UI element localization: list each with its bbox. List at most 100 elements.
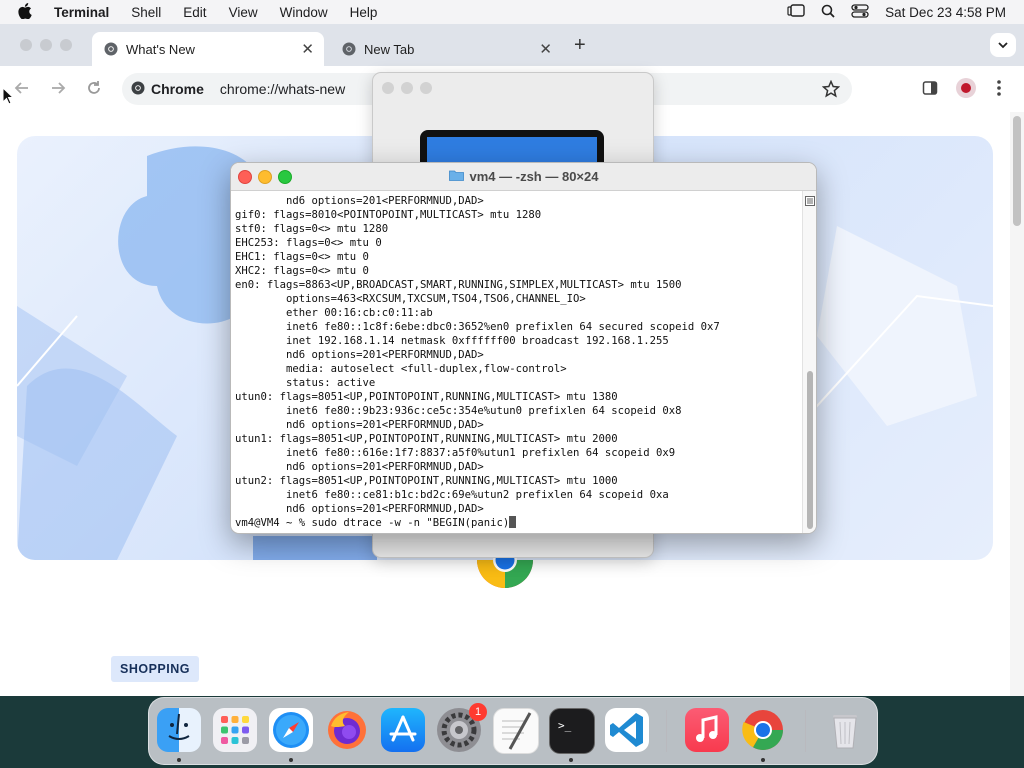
terminal-line: inet6 fe80::616e:1f7:8837:a5f0%utun1 pre…: [235, 447, 676, 459]
close-button[interactable]: [238, 170, 252, 184]
tab-close-icon[interactable]: ✕: [301, 40, 314, 58]
terminal-line: nd6 options=201<PERFORMNUD,DAD>: [235, 419, 484, 431]
svg-text:>_: >_: [558, 719, 572, 732]
firefox-icon[interactable]: [325, 708, 369, 752]
apple-menu-icon[interactable]: [0, 2, 43, 22]
bg-close-button[interactable]: [382, 82, 394, 94]
forward-arrow-icon[interactable]: [50, 80, 66, 101]
dock: 1 >_: [148, 697, 878, 765]
settings-notification-badge: 1: [469, 703, 487, 721]
split-pane-icon[interactable]: [805, 193, 815, 211]
chrome-running-dot: [761, 758, 765, 762]
spotlight-search-icon[interactable]: [821, 4, 835, 21]
menubar-clock[interactable]: Sat Dec 23 4:58 PM: [885, 5, 1006, 20]
bg-minimize-button[interactable]: [401, 82, 413, 94]
mouse-pointer-icon: [2, 86, 15, 110]
terminal-line: inet6 fe80::ce81:b1c:bd2c:69e%utun2 pref…: [235, 489, 669, 501]
terminal-line: options=463<RXCSUM,TXCSUM,TSO4,TSO6,CHAN…: [235, 293, 586, 305]
page-scrollbar-thumb[interactable]: [1013, 116, 1021, 226]
terminal-line: utun0: flags=8051<UP,POINTOPOINT,RUNNING…: [235, 391, 618, 403]
app-store-icon[interactable]: [381, 708, 425, 752]
tab-new-tab[interactable]: New Tab ✕: [330, 32, 562, 66]
terminal-line: inet6 fe80::1c8f:6ebe:dbc0:3652%en0 pref…: [235, 321, 720, 333]
chrome-zoom-button[interactable]: [60, 39, 72, 51]
terminal-line: status: active: [235, 377, 376, 389]
prompt-text: vm4@VM4 ~ % sudo dtrace -w -n "BEGIN(pan…: [235, 517, 510, 529]
terminal-line: inet 192.168.1.14 netmask 0xffffff00 bro…: [235, 335, 669, 347]
control-center-icon[interactable]: [851, 3, 869, 21]
bg-zoom-button[interactable]: [420, 82, 432, 94]
vscode-icon[interactable]: [605, 708, 649, 752]
trash-icon[interactable]: [823, 708, 867, 752]
zoom-button[interactable]: [278, 170, 292, 184]
terminal-title: vm4 — -zsh — 80×24: [469, 169, 599, 184]
side-panel-icon[interactable]: [922, 80, 938, 101]
new-tab-plus-icon[interactable]: +: [574, 34, 586, 57]
terminal-line: ether 00:16:cb:c0:11:ab: [235, 307, 433, 319]
finder-icon[interactable]: [157, 708, 201, 752]
more-menu-icon[interactable]: [996, 78, 1002, 103]
profile-avatar[interactable]: [956, 78, 976, 98]
chrome-minimize-button[interactable]: [40, 39, 52, 51]
tab-title: What's New: [126, 41, 195, 57]
terminal-line: EHC253: flags=0<> mtu 0: [235, 237, 382, 249]
terminal-line: EHC1: flags=0<> mtu 0: [235, 251, 369, 263]
terminal-running-dot: [569, 758, 573, 762]
terminal-line: XHC2: flags=0<> mtu 0: [235, 265, 369, 277]
terminal-icon[interactable]: >_: [549, 708, 595, 754]
menu-shell[interactable]: Shell: [120, 5, 172, 20]
safari-icon[interactable]: [269, 708, 313, 752]
textedit-icon[interactable]: [493, 708, 539, 754]
omnibox-chip-label: Chrome: [151, 81, 204, 97]
menu-edit[interactable]: Edit: [172, 5, 217, 20]
terminal-line: utun2: flags=8051<UP,POINTOPOINT,RUNNING…: [235, 475, 618, 487]
chrome-favicon-icon: [104, 42, 118, 56]
terminal-line: nd6 options=201<PERFORMNUD,DAD>: [235, 349, 484, 361]
menu-window[interactable]: Window: [269, 5, 339, 20]
dock-divider: [666, 710, 667, 752]
launchpad-icon[interactable]: [213, 708, 257, 752]
tab-strip: What's New ✕ New Tab ✕ +: [0, 24, 1024, 66]
terminal-line: nd6 options=201<PERFORMNUD,DAD>: [235, 503, 484, 515]
terminal-line: en0: flags=8863<UP,BROADCAST,SMART,RUNNI…: [235, 279, 682, 291]
terminal-line: nd6 options=201<PERFORMNUD,DAD>: [235, 461, 484, 473]
menu-help[interactable]: Help: [339, 5, 389, 20]
chrome-icon[interactable]: [741, 708, 785, 752]
reload-icon[interactable]: [86, 80, 102, 101]
terminal-line: utun1: flags=8051<UP,POINTOPOINT,RUNNING…: [235, 433, 618, 445]
prompt-line[interactable]: vm4@VM4 ~ % sudo dtrace -w -n "BEGIN(pan…: [235, 516, 799, 530]
terminal-line: nd6 options=201<PERFORMNUD,DAD>: [235, 195, 484, 207]
tab-close-icon[interactable]: ✕: [539, 40, 552, 58]
stage-manager-icon[interactable]: [787, 3, 805, 21]
safari-running-dot: [289, 758, 293, 762]
music-icon[interactable]: [685, 708, 729, 752]
shopping-badge: SHOPPING: [111, 656, 199, 682]
tab-search-chevron-icon[interactable]: [990, 33, 1016, 57]
tab-title: New Tab: [364, 41, 415, 57]
finder-running-dot: [177, 758, 181, 762]
terminal-scrollbar[interactable]: [802, 191, 816, 533]
url-text[interactable]: chrome://whats-new: [220, 81, 345, 97]
chrome-chip-icon: [131, 81, 145, 98]
text-cursor: [509, 516, 517, 528]
back-arrow-icon[interactable]: [14, 80, 30, 101]
chrome-close-button[interactable]: [20, 39, 32, 51]
chrome-logo-icon: [476, 548, 534, 594]
terminal-line: gif0: flags=8010<POINTOPOINT,MULTICAST> …: [235, 209, 542, 221]
terminal-scrollbar-thumb[interactable]: [807, 371, 813, 529]
menu-view[interactable]: View: [218, 5, 269, 20]
tab-whats-new[interactable]: What's New ✕: [92, 32, 324, 66]
bookmark-star-icon[interactable]: [821, 79, 841, 101]
menu-bar: Terminal Shell Edit View Window Help Sat…: [0, 0, 1024, 24]
chrome-favicon-icon: [342, 42, 356, 56]
dock-divider: [805, 710, 806, 752]
terminal-window[interactable]: vm4 — -zsh — 80×24 nd6 options=201<PERFO…: [230, 162, 817, 534]
terminal-line: media: autoselect <full-duplex,flow-cont…: [235, 363, 567, 375]
app-menu-terminal[interactable]: Terminal: [43, 5, 120, 20]
terminal-titlebar[interactable]: vm4 — -zsh — 80×24: [231, 163, 816, 191]
page-scrollbar[interactable]: [1010, 112, 1024, 696]
terminal-line: inet6 fe80::9b23:936c:ce5c:354e%utun0 pr…: [235, 405, 682, 417]
minimize-button[interactable]: [258, 170, 272, 184]
folder-icon: [448, 169, 464, 184]
terminal-output[interactable]: nd6 options=201<PERFORMNUD,DAD> gif0: fla…: [235, 194, 799, 530]
